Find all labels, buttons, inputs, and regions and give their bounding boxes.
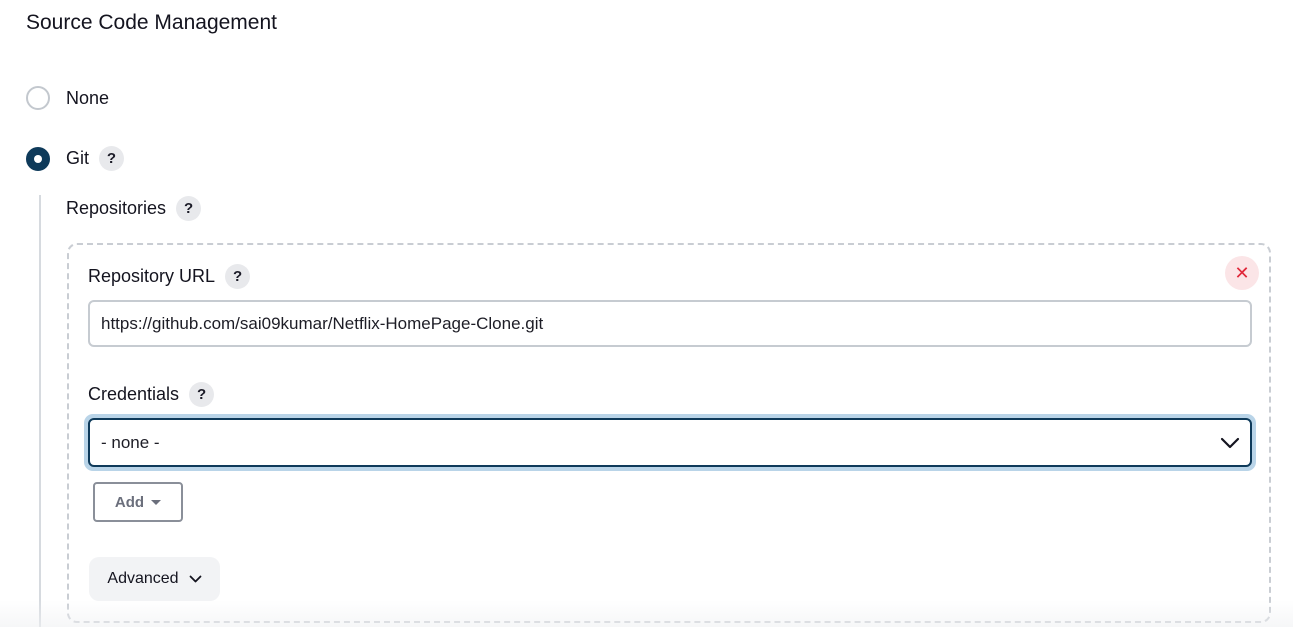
- close-icon: ✕: [1234, 262, 1250, 283]
- repositories-label: Repositories: [66, 198, 167, 218]
- scm-option-git[interactable]: Git ?: [26, 146, 125, 171]
- scm-option-none[interactable]: None: [26, 86, 109, 110]
- repositories-help-icon[interactable]: ?: [176, 196, 202, 221]
- chevron-down-icon: [189, 575, 201, 583]
- repository-url-label: Repository URL: [88, 266, 216, 286]
- caret-down-icon: [151, 499, 162, 505]
- credentials-label: Credentials: [88, 384, 180, 404]
- remove-repository-button[interactable]: ✕: [1225, 256, 1259, 290]
- git-help-icon[interactable]: ?: [99, 146, 125, 171]
- git-section-rule: [39, 195, 41, 627]
- git-label: Git: [66, 148, 90, 168]
- add-label: Add: [114, 493, 145, 511]
- credentials-focus-ring: - none -: [84, 414, 1256, 471]
- credentials-help-icon[interactable]: ?: [189, 382, 215, 407]
- repository-url-input[interactable]: [88, 300, 1252, 347]
- credentials-select[interactable]: - none -: [88, 418, 1252, 467]
- repository-url-heading: Repository URL ?: [88, 264, 251, 289]
- add-credentials-button[interactable]: Add: [93, 482, 183, 522]
- none-label: None: [66, 87, 110, 108]
- advanced-label: Advanced: [107, 570, 179, 587]
- advanced-button[interactable]: Advanced: [89, 557, 220, 601]
- none-radio[interactable]: [26, 86, 50, 110]
- section-title: Source Code Management: [26, 11, 277, 34]
- chevron-down-icon: [1220, 437, 1240, 448]
- repositories-heading: Repositories ?: [66, 196, 202, 221]
- git-radio[interactable]: [26, 146, 50, 171]
- credentials-heading: Credentials ?: [88, 382, 215, 407]
- credentials-selected-value: - none -: [101, 432, 160, 452]
- repository-url-help-icon[interactable]: ?: [225, 264, 251, 289]
